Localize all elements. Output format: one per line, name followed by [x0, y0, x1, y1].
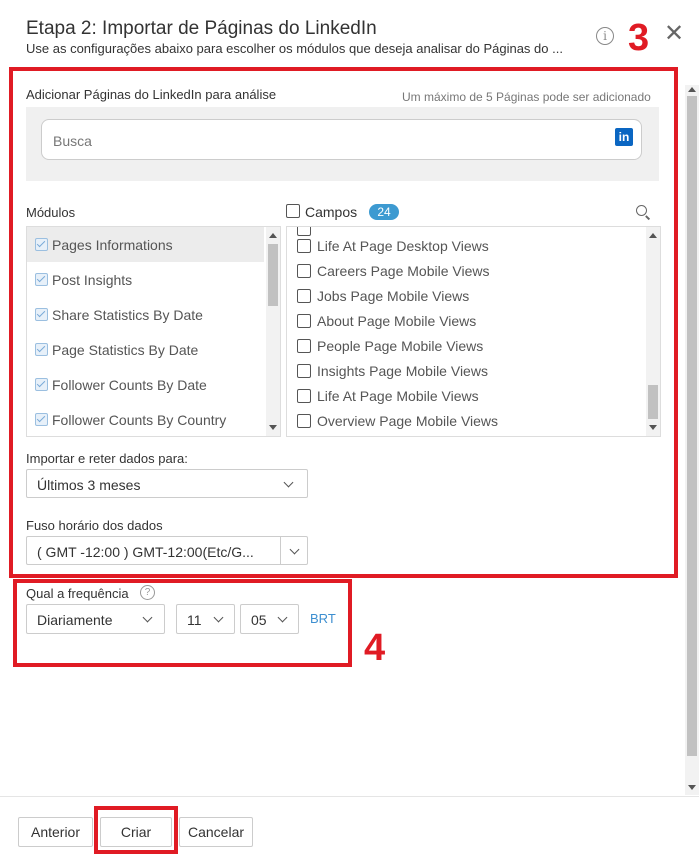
scroll-down-icon[interactable]	[688, 785, 696, 790]
cancel-button[interactable]: Cancelar	[179, 817, 253, 847]
annotation-number-3: 3	[628, 17, 650, 59]
info-icon[interactable]: i	[596, 27, 614, 45]
annotation-number-4: 4	[364, 627, 386, 669]
scroll-up-icon[interactable]	[688, 87, 696, 92]
close-icon[interactable]: ✕	[664, 22, 684, 46]
annotation-box-create	[94, 806, 178, 854]
dialog-title: Etapa 2: Importar de Páginas do LinkedIn	[26, 18, 377, 39]
dialog-subtitle: Use as configurações abaixo para escolhe…	[26, 41, 563, 56]
annotation-box-3	[9, 67, 678, 578]
footer-divider	[0, 796, 699, 797]
page-scrollbar-thumb[interactable]	[687, 96, 697, 756]
annotation-box-4	[13, 579, 352, 667]
previous-button[interactable]: Anterior	[18, 817, 93, 847]
